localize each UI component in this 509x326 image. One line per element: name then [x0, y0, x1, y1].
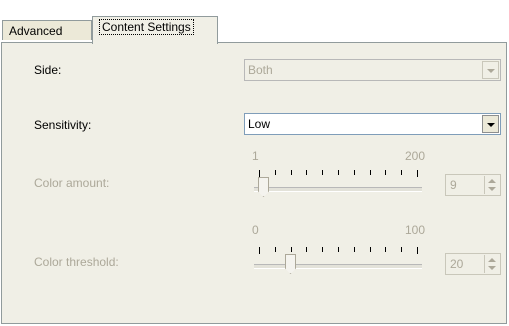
- slider-tick: [322, 170, 324, 175]
- sensitivity-value: Low: [248, 117, 271, 131]
- slider-tick: [353, 247, 355, 252]
- slider-tick: [369, 247, 371, 252]
- sensitivity-dropdown[interactable]: Low: [244, 113, 501, 135]
- slider-tick: [385, 247, 387, 252]
- side-value: Both: [248, 63, 273, 77]
- color-threshold-max: 100: [405, 223, 426, 237]
- slider-tick: [274, 170, 276, 175]
- color-amount-label: Color amount:: [34, 176, 110, 190]
- slider-tick: [369, 170, 371, 175]
- tab-strip: Advanced Content Settings: [0, 0, 509, 44]
- slider-tick: [290, 170, 292, 175]
- slider-tick: [417, 170, 418, 177]
- spin-buttons[interactable]: [484, 176, 499, 194]
- slider-tick: [290, 247, 292, 252]
- slider-tick: [322, 247, 324, 252]
- slider-tick: [338, 170, 339, 175]
- slider-tick: [417, 247, 418, 254]
- spin-buttons[interactable]: [484, 255, 499, 273]
- spin-down-icon[interactable]: [488, 266, 496, 270]
- slider-tick: [306, 170, 308, 175]
- color-amount-spinbox[interactable]: 9: [445, 174, 501, 196]
- side-dropdown[interactable]: Both: [244, 59, 501, 81]
- slider-tick: [401, 170, 403, 175]
- tab-advanced[interactable]: Advanced: [2, 20, 92, 40]
- slider-tick: [353, 170, 355, 175]
- slider-tick: [338, 247, 339, 252]
- tab-advanced-label: Advanced: [9, 24, 63, 38]
- slider-tick: [259, 170, 260, 177]
- color-amount-max: 200: [405, 149, 426, 163]
- sensitivity-dropdown-button[interactable]: [482, 115, 499, 133]
- color-amount-slider[interactable]: [252, 167, 424, 197]
- slider-tick: [385, 170, 387, 175]
- dropdown-arrow-icon: [487, 123, 495, 127]
- color-amount-value: 9: [450, 178, 457, 192]
- slider-tick: [259, 247, 260, 254]
- spin-up-icon[interactable]: [488, 258, 496, 262]
- spin-up-icon[interactable]: [488, 179, 496, 183]
- slider-track: [254, 187, 422, 192]
- slider-tick: [401, 247, 403, 252]
- tab-content-settings[interactable]: Content Settings: [92, 16, 218, 44]
- content-settings-panel: Side: Both Sensitivity: Low 1 200 Color …: [1, 42, 507, 324]
- slider-tick: [306, 247, 308, 252]
- color-threshold-value: 20: [450, 257, 464, 271]
- color-threshold-slider[interactable]: [252, 244, 424, 274]
- color-threshold-min: 0: [252, 223, 259, 237]
- spin-down-icon[interactable]: [488, 187, 496, 191]
- slider-thumb[interactable]: [258, 177, 269, 197]
- side-label: Side:: [34, 63, 62, 77]
- slider-track: [254, 264, 422, 269]
- sensitivity-label: Sensitivity:: [34, 118, 92, 132]
- color-threshold-spinbox[interactable]: 20: [445, 253, 501, 275]
- color-threshold-label: Color threshold:: [34, 255, 119, 269]
- dropdown-arrow-icon: [487, 69, 495, 73]
- slider-tick: [274, 247, 276, 252]
- tab-content-settings-label: Content Settings: [99, 19, 194, 35]
- slider-thumb[interactable]: [285, 254, 296, 274]
- side-dropdown-button[interactable]: [482, 61, 499, 79]
- color-amount-min: 1: [252, 149, 259, 163]
